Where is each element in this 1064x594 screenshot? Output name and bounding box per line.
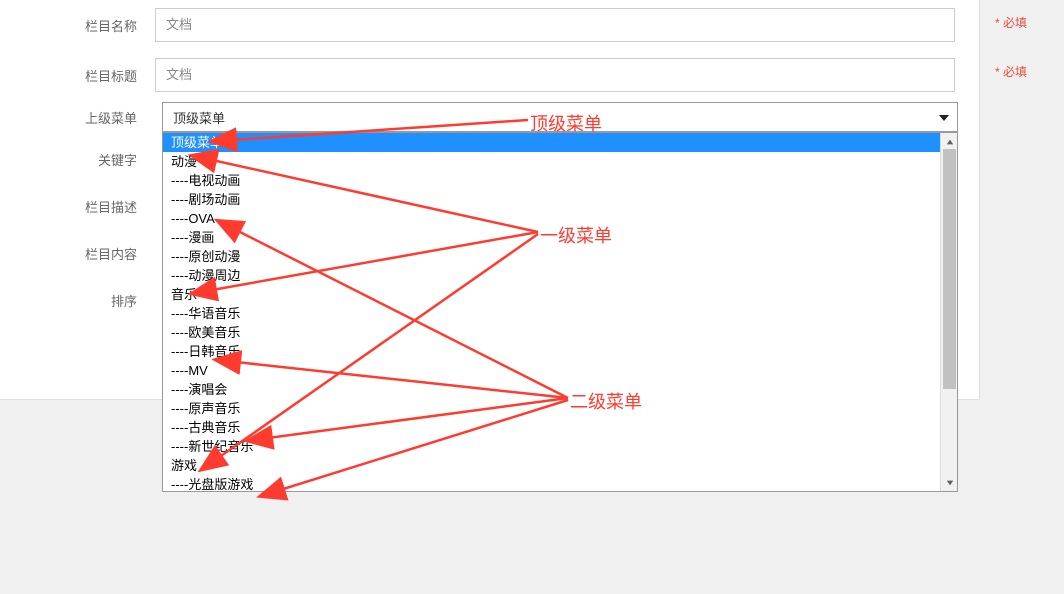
row-title: 栏目标题: [0, 50, 979, 100]
name-label: 栏目名称: [0, 16, 155, 35]
side-labels: 关键字 栏目描述 栏目内容 排序: [0, 150, 155, 338]
scrollbar-thumb[interactable]: [943, 149, 956, 389]
keyword-label: 关键字: [0, 150, 155, 169]
title-input[interactable]: [155, 58, 955, 92]
content-label: 栏目内容: [0, 244, 155, 263]
name-input[interactable]: [155, 8, 955, 42]
dropdown-option[interactable]: ----日韩音乐: [163, 342, 940, 361]
order-label: 排序: [0, 291, 155, 310]
desc-label: 栏目描述: [0, 197, 155, 216]
dropdown-option[interactable]: ----漫画: [163, 228, 940, 247]
parent-select[interactable]: 顶级菜单: [162, 102, 958, 132]
dropdown-option[interactable]: ----新世纪音乐: [163, 437, 940, 456]
dropdown-option[interactable]: 游戏: [163, 456, 940, 475]
parent-select-value: 顶级菜单: [173, 108, 225, 127]
scroll-down-icon[interactable]: [941, 474, 958, 491]
dropdown-option[interactable]: 动漫: [163, 152, 940, 171]
title-label: 栏目标题: [0, 66, 155, 85]
dropdown-option[interactable]: 音乐: [163, 285, 940, 304]
required-1: * 必填: [995, 14, 1027, 31]
dropdown-option[interactable]: ----华语音乐: [163, 304, 940, 323]
dropdown-option[interactable]: ----电视动画: [163, 171, 940, 190]
parent-dropdown: 顶级菜单动漫----电视动画----剧场动画----OVA----漫画----原…: [162, 132, 958, 492]
dropdown-option[interactable]: ----古典音乐: [163, 418, 940, 437]
dropdown-option[interactable]: ----MV: [163, 361, 940, 380]
dropdown-option[interactable]: ----欧美音乐: [163, 323, 940, 342]
scrollbar[interactable]: [940, 133, 957, 491]
row-name: 栏目名称: [0, 0, 979, 50]
dropdown-option[interactable]: ----OVA: [163, 209, 940, 228]
dropdown-option[interactable]: ----剧场动画: [163, 190, 940, 209]
dropdown-option[interactable]: 顶级菜单: [163, 133, 940, 152]
parent-label: 上级菜单: [0, 108, 155, 127]
dropdown-option[interactable]: ----原创动漫: [163, 247, 940, 266]
dropdown-option[interactable]: ----演唱会: [163, 380, 940, 399]
dropdown-option[interactable]: ----原声音乐: [163, 399, 940, 418]
required-2: * 必填: [995, 63, 1027, 80]
scroll-up-icon[interactable]: [941, 133, 958, 150]
dropdown-option[interactable]: ----光盘版游戏: [163, 475, 940, 491]
dropdown-option[interactable]: ----动漫周边: [163, 266, 940, 285]
dropdown-list[interactable]: 顶级菜单动漫----电视动画----剧场动画----OVA----漫画----原…: [163, 133, 940, 491]
